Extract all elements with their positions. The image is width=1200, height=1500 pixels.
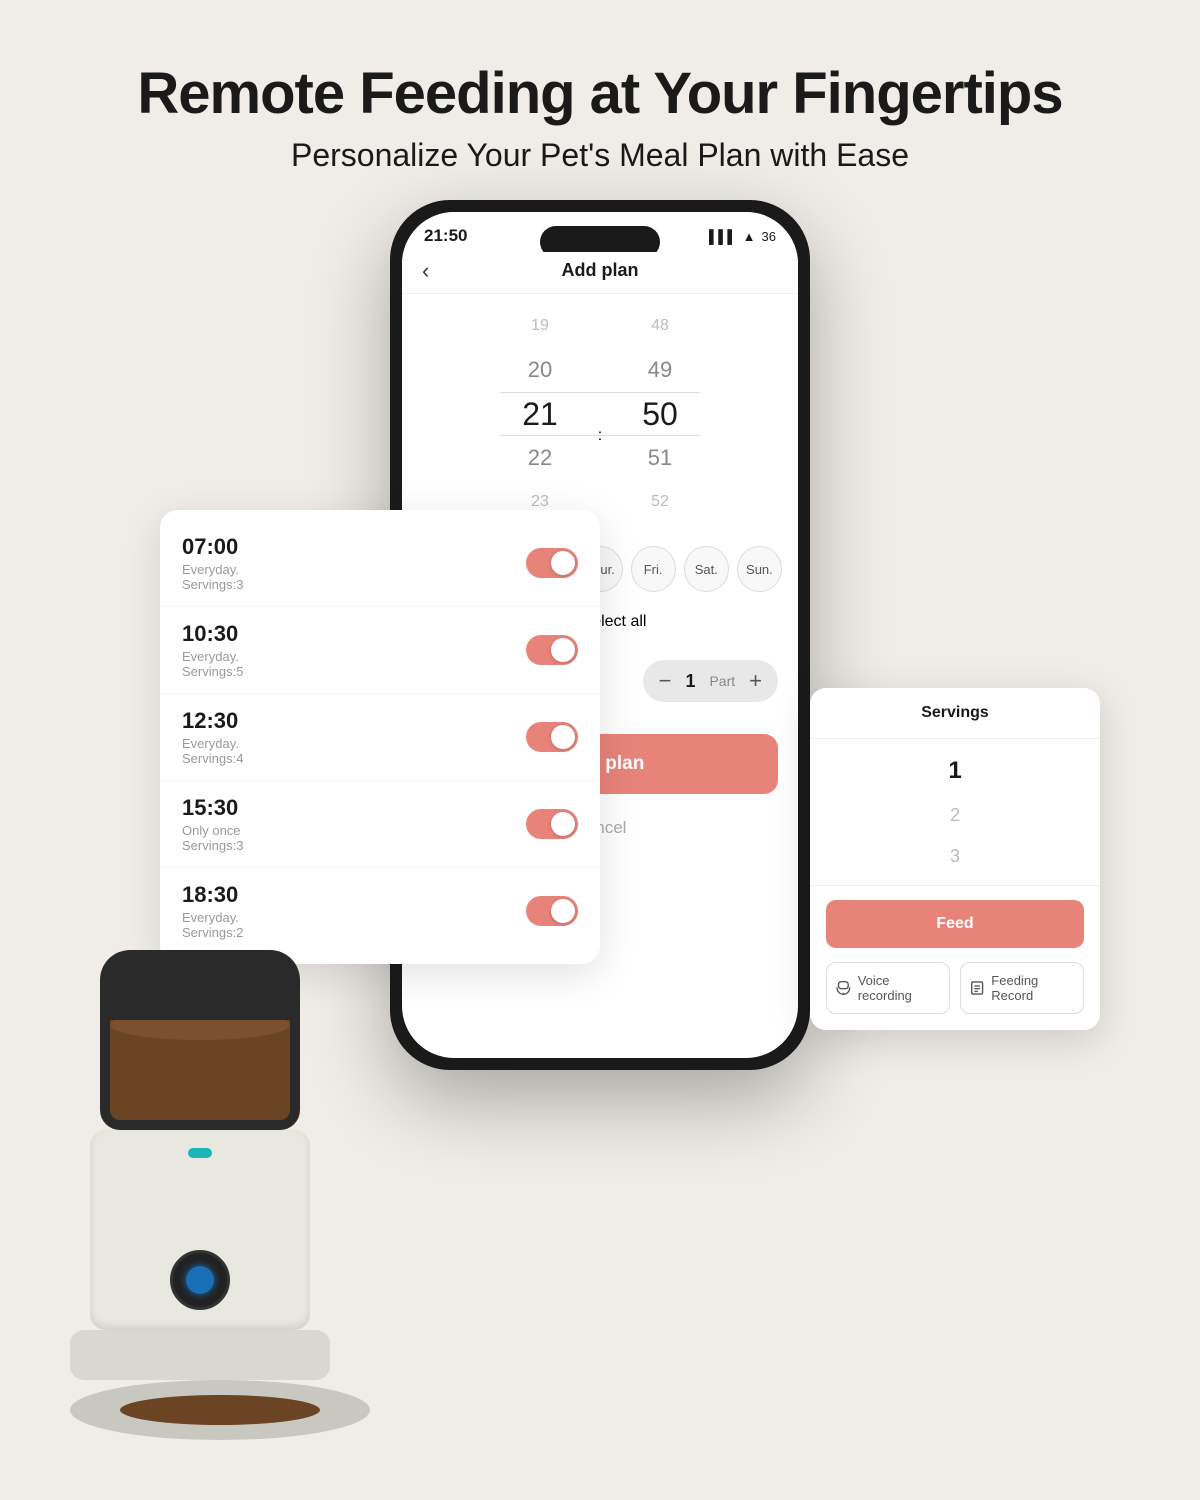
plan-details-1: Everyday.Servings:3 xyxy=(182,562,243,592)
feeding-record-label: Feeding Record xyxy=(991,973,1075,1003)
feeder-food xyxy=(110,1020,290,1120)
day-sunday[interactable]: Sun. xyxy=(737,546,782,592)
day-saturday[interactable]: Sat. xyxy=(684,546,729,592)
main-subtitle: Personalize Your Pet's Meal Plan with Ea… xyxy=(0,137,1200,174)
toggle-5[interactable] xyxy=(526,896,578,926)
plan-item-1[interactable]: 07:00 Everyday.Servings:3 xyxy=(160,520,600,607)
feeder-middle xyxy=(90,1130,310,1330)
status-icons: ▌▌▌ ▲ 36 xyxy=(709,229,776,244)
signal-icon: ▌▌▌ xyxy=(709,229,737,244)
feeder-hopper xyxy=(100,950,300,1130)
quantity-value: 1 xyxy=(685,671,695,692)
status-bar: 21:50 ▌▌▌ ▲ 36 xyxy=(402,212,798,252)
plan-item-3[interactable]: 12:30 Everyday.Servings:4 xyxy=(160,694,600,781)
serving-3[interactable]: 3 xyxy=(810,836,1100,877)
time-picker[interactable]: 19 20 21 22 23 : 48 49 50 51 52 xyxy=(402,294,798,534)
minute-item: 48 xyxy=(651,304,669,348)
plan-item-4[interactable]: 15:30 Only onceServings:3 xyxy=(160,781,600,868)
plan-time-2: 10:30 xyxy=(182,621,243,647)
plan-details-4: Only onceServings:3 xyxy=(182,823,243,853)
feeder-light xyxy=(188,1148,212,1158)
plan-time-4: 15:30 xyxy=(182,795,243,821)
plan-details-2: Everyday.Servings:5 xyxy=(182,649,243,679)
back-button[interactable]: ‹ xyxy=(422,258,429,284)
plan-info-4: 15:30 Only onceServings:3 xyxy=(182,795,243,853)
feeder-bowl xyxy=(70,1380,370,1440)
increment-button[interactable]: + xyxy=(749,668,762,694)
page-header: Remote Feeding at Your Fingertips Person… xyxy=(0,0,1200,204)
app-header: ‹ Add plan xyxy=(402,252,798,294)
servings-list[interactable]: 1 2 3 xyxy=(810,739,1100,886)
servings-title: Servings xyxy=(810,688,1100,739)
day-friday[interactable]: Fri. xyxy=(631,546,676,592)
quantity-unit: Part xyxy=(709,673,735,689)
servings-popup: Servings 1 2 3 Feed Voice recording xyxy=(810,688,1100,1030)
plan-info-3: 12:30 Everyday.Servings:4 xyxy=(182,708,243,766)
toggle-4[interactable] xyxy=(526,809,578,839)
feeding-record-button[interactable]: Feeding Record xyxy=(960,962,1084,1014)
serving-1[interactable]: 1 xyxy=(810,747,1100,795)
feeder-bowl-food xyxy=(120,1395,320,1425)
pet-feeder xyxy=(50,950,350,1440)
hour-item: 19 xyxy=(531,304,549,348)
minute-item: 51 xyxy=(648,436,672,480)
plan-time-3: 12:30 xyxy=(182,708,243,734)
plan-item-5[interactable]: 18:30 Everyday.Servings:2 xyxy=(160,868,600,954)
app-title: Add plan xyxy=(562,260,639,281)
phone-time: 21:50 xyxy=(424,226,467,246)
minute-item: 49 xyxy=(648,348,672,392)
voice-recording-label: Voice recording xyxy=(858,973,941,1003)
plan-info-2: 10:30 Everyday.Servings:5 xyxy=(182,621,243,679)
plan-time-5: 18:30 xyxy=(182,882,243,908)
wifi-icon: ▲ xyxy=(743,229,756,244)
phone-mockup: 21:50 ▌▌▌ ▲ 36 ‹ Add plan 19 20 21 xyxy=(390,200,810,1070)
plan-details-5: Everyday.Servings:2 xyxy=(182,910,243,940)
time-picker-line xyxy=(500,392,700,436)
battery-icon: 36 xyxy=(762,229,776,244)
toggle-1[interactable] xyxy=(526,548,578,578)
plan-time-1: 07:00 xyxy=(182,534,243,560)
minute-item: 52 xyxy=(651,480,669,524)
plan-details-3: Everyday.Servings:4 xyxy=(182,736,243,766)
bottom-actions: Voice recording Feeding Record xyxy=(826,962,1084,1014)
plan-info-1: 07:00 Everyday.Servings:3 xyxy=(182,534,243,592)
plan-info-5: 18:30 Everyday.Servings:2 xyxy=(182,882,243,940)
hour-item: 20 xyxy=(528,348,552,392)
feeder-camera xyxy=(170,1250,230,1310)
feeder-body xyxy=(70,950,330,1440)
toggle-3[interactable] xyxy=(526,722,578,752)
plan-item-2[interactable]: 10:30 Everyday.Servings:5 xyxy=(160,607,600,694)
quantity-control[interactable]: − 1 Part + xyxy=(643,660,778,702)
serving-2[interactable]: 2 xyxy=(810,795,1100,836)
main-title: Remote Feeding at Your Fingertips xyxy=(0,60,1200,127)
toggle-2[interactable] xyxy=(526,635,578,665)
plan-list-overlay: 07:00 Everyday.Servings:3 10:30 Everyday… xyxy=(160,510,600,964)
hour-item: 22 xyxy=(528,436,552,480)
feeder-base xyxy=(70,1330,330,1380)
voice-recording-button[interactable]: Voice recording xyxy=(826,962,950,1014)
decrement-button[interactable]: − xyxy=(659,668,672,694)
feed-button[interactable]: Feed xyxy=(826,900,1084,948)
